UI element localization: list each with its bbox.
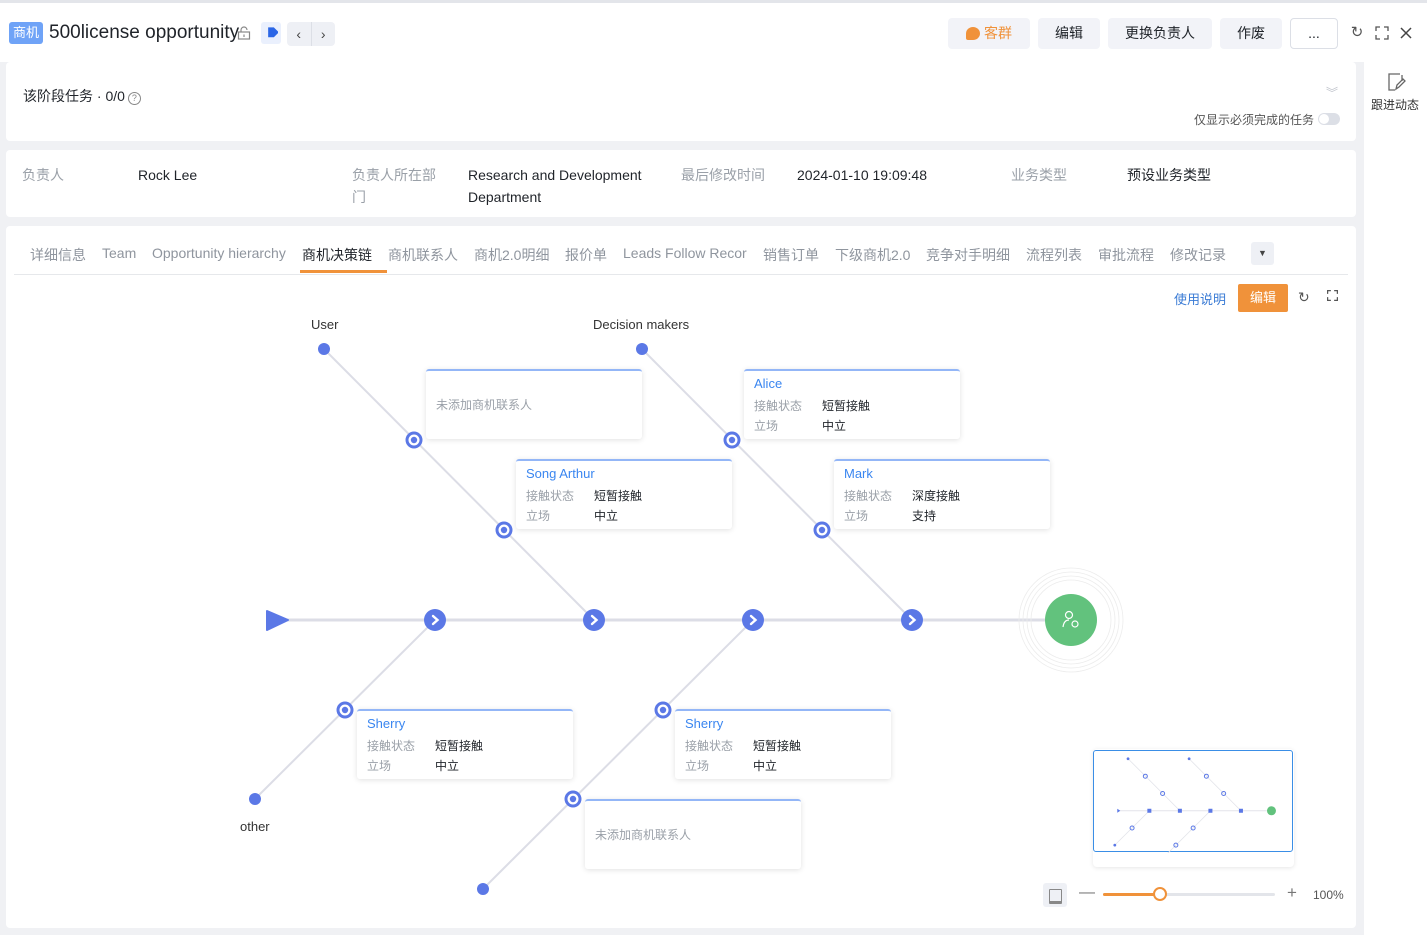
contact-status-value: 短暂接触 <box>594 489 643 503</box>
minimap-dot <box>1113 843 1117 847</box>
contact-status-value: 深度接触 <box>912 489 961 503</box>
contact-status-value: 短暂接触 <box>822 399 871 413</box>
start-arrow-icon <box>266 610 289 631</box>
minimap-dot <box>1126 757 1130 761</box>
contact-name[interactable]: Sherry <box>367 716 405 731</box>
branch-end-dot <box>318 343 330 355</box>
contact-card-empty[interactable]: 未添加商机联系人 <box>585 799 801 869</box>
minimap[interactable] <box>1093 749 1294 867</box>
minimap-line <box>1127 758 1181 812</box>
spine-joint-node[interactable] <box>742 609 764 631</box>
minimap-joint <box>1238 808 1243 813</box>
minimap-line <box>1114 810 1150 846</box>
minimap-start <box>1117 808 1121 813</box>
minimap-goal <box>1266 806 1276 816</box>
spine-joint-node[interactable] <box>424 609 446 631</box>
branch-end-dot <box>477 883 489 895</box>
contact-node-center <box>410 436 418 444</box>
stance-value: 中立 <box>435 759 460 773</box>
contact-status-label: 接触状态 <box>367 739 416 753</box>
contact-status-label: 接触状态 <box>685 739 734 753</box>
minimap-joint <box>1208 808 1213 813</box>
minimap-line <box>1167 810 1211 853</box>
stance-label: 立场 <box>685 759 710 773</box>
contact-node-center <box>500 526 508 534</box>
stance-value: 中立 <box>822 419 847 433</box>
contact-name[interactable]: Alice <box>754 376 782 391</box>
contact-node-center <box>341 706 349 714</box>
empty-contact-text: 未添加商机联系人 <box>595 828 692 842</box>
contact-name[interactable]: Song Arthur <box>526 466 595 481</box>
contact-card[interactable]: Mark 接触状态 深度接触 立场 支持 <box>834 459 1050 529</box>
branch-label-decision-makers: Decision makers <box>593 317 690 332</box>
stance-value: 中立 <box>753 759 778 773</box>
empty-contact-text: 未添加商机联系人 <box>436 398 533 412</box>
contact-card-empty[interactable]: 未添加商机联系人 <box>426 369 642 439</box>
contact-status-value: 短暂接触 <box>435 739 484 753</box>
minimap-dot <box>1187 757 1191 761</box>
zoom-slider[interactable] <box>1103 887 1275 901</box>
zoom-percent: 100% <box>1313 888 1344 902</box>
contact-name[interactable]: Sherry <box>685 716 723 731</box>
contact-node-center <box>569 795 577 803</box>
branch-end-dot <box>249 793 261 805</box>
contact-status-label: 接触状态 <box>844 489 893 503</box>
contact-node-center <box>659 706 667 714</box>
stance-label: 立场 <box>367 759 392 773</box>
zoom-slider-thumb[interactable] <box>1152 887 1167 901</box>
contact-node-center <box>818 526 826 534</box>
branch-label-user: User <box>311 317 339 332</box>
stance-value: 中立 <box>594 509 619 523</box>
spine-joint-node[interactable] <box>583 609 605 631</box>
goal-node[interactable] <box>1045 594 1097 646</box>
contact-card[interactable]: Sherry 接触状态 短暂接触 立场 中立 <box>357 709 573 779</box>
stance-value: 支持 <box>912 509 937 523</box>
spine-joint-node[interactable] <box>901 609 923 631</box>
zoom-out-icon[interactable]: — <box>1079 884 1095 902</box>
branch-label-other: other <box>240 819 270 834</box>
stance-label: 立场 <box>526 509 551 523</box>
minimap-line <box>1188 758 1242 812</box>
contact-card[interactable]: Alice 接触状态 短暂接触 立场 中立 <box>744 369 960 439</box>
contact-node-center <box>728 436 736 444</box>
contact-status-label: 接触状态 <box>526 489 575 503</box>
zoom-slider-fill <box>1103 893 1160 896</box>
stance-label: 立场 <box>754 419 779 433</box>
fit-view-button[interactable] <box>1043 883 1067 907</box>
contact-card[interactable]: Sherry 接触状态 短暂接触 立场 中立 <box>675 709 891 779</box>
minimap-joint <box>1177 808 1182 813</box>
minimap-joint <box>1147 808 1152 813</box>
minimap-diagram <box>1113 757 1276 853</box>
contact-card[interactable]: Song Arthur 接触状态 短暂接触 立场 中立 <box>516 459 732 529</box>
contact-status-value: 短暂接触 <box>753 739 802 753</box>
zoom-in-icon[interactable]: + <box>1287 883 1297 903</box>
contact-status-label: 接触状态 <box>754 399 803 413</box>
contact-name[interactable]: Mark <box>844 466 873 481</box>
branch-end-dot <box>636 343 648 355</box>
stance-label: 立场 <box>844 509 869 523</box>
